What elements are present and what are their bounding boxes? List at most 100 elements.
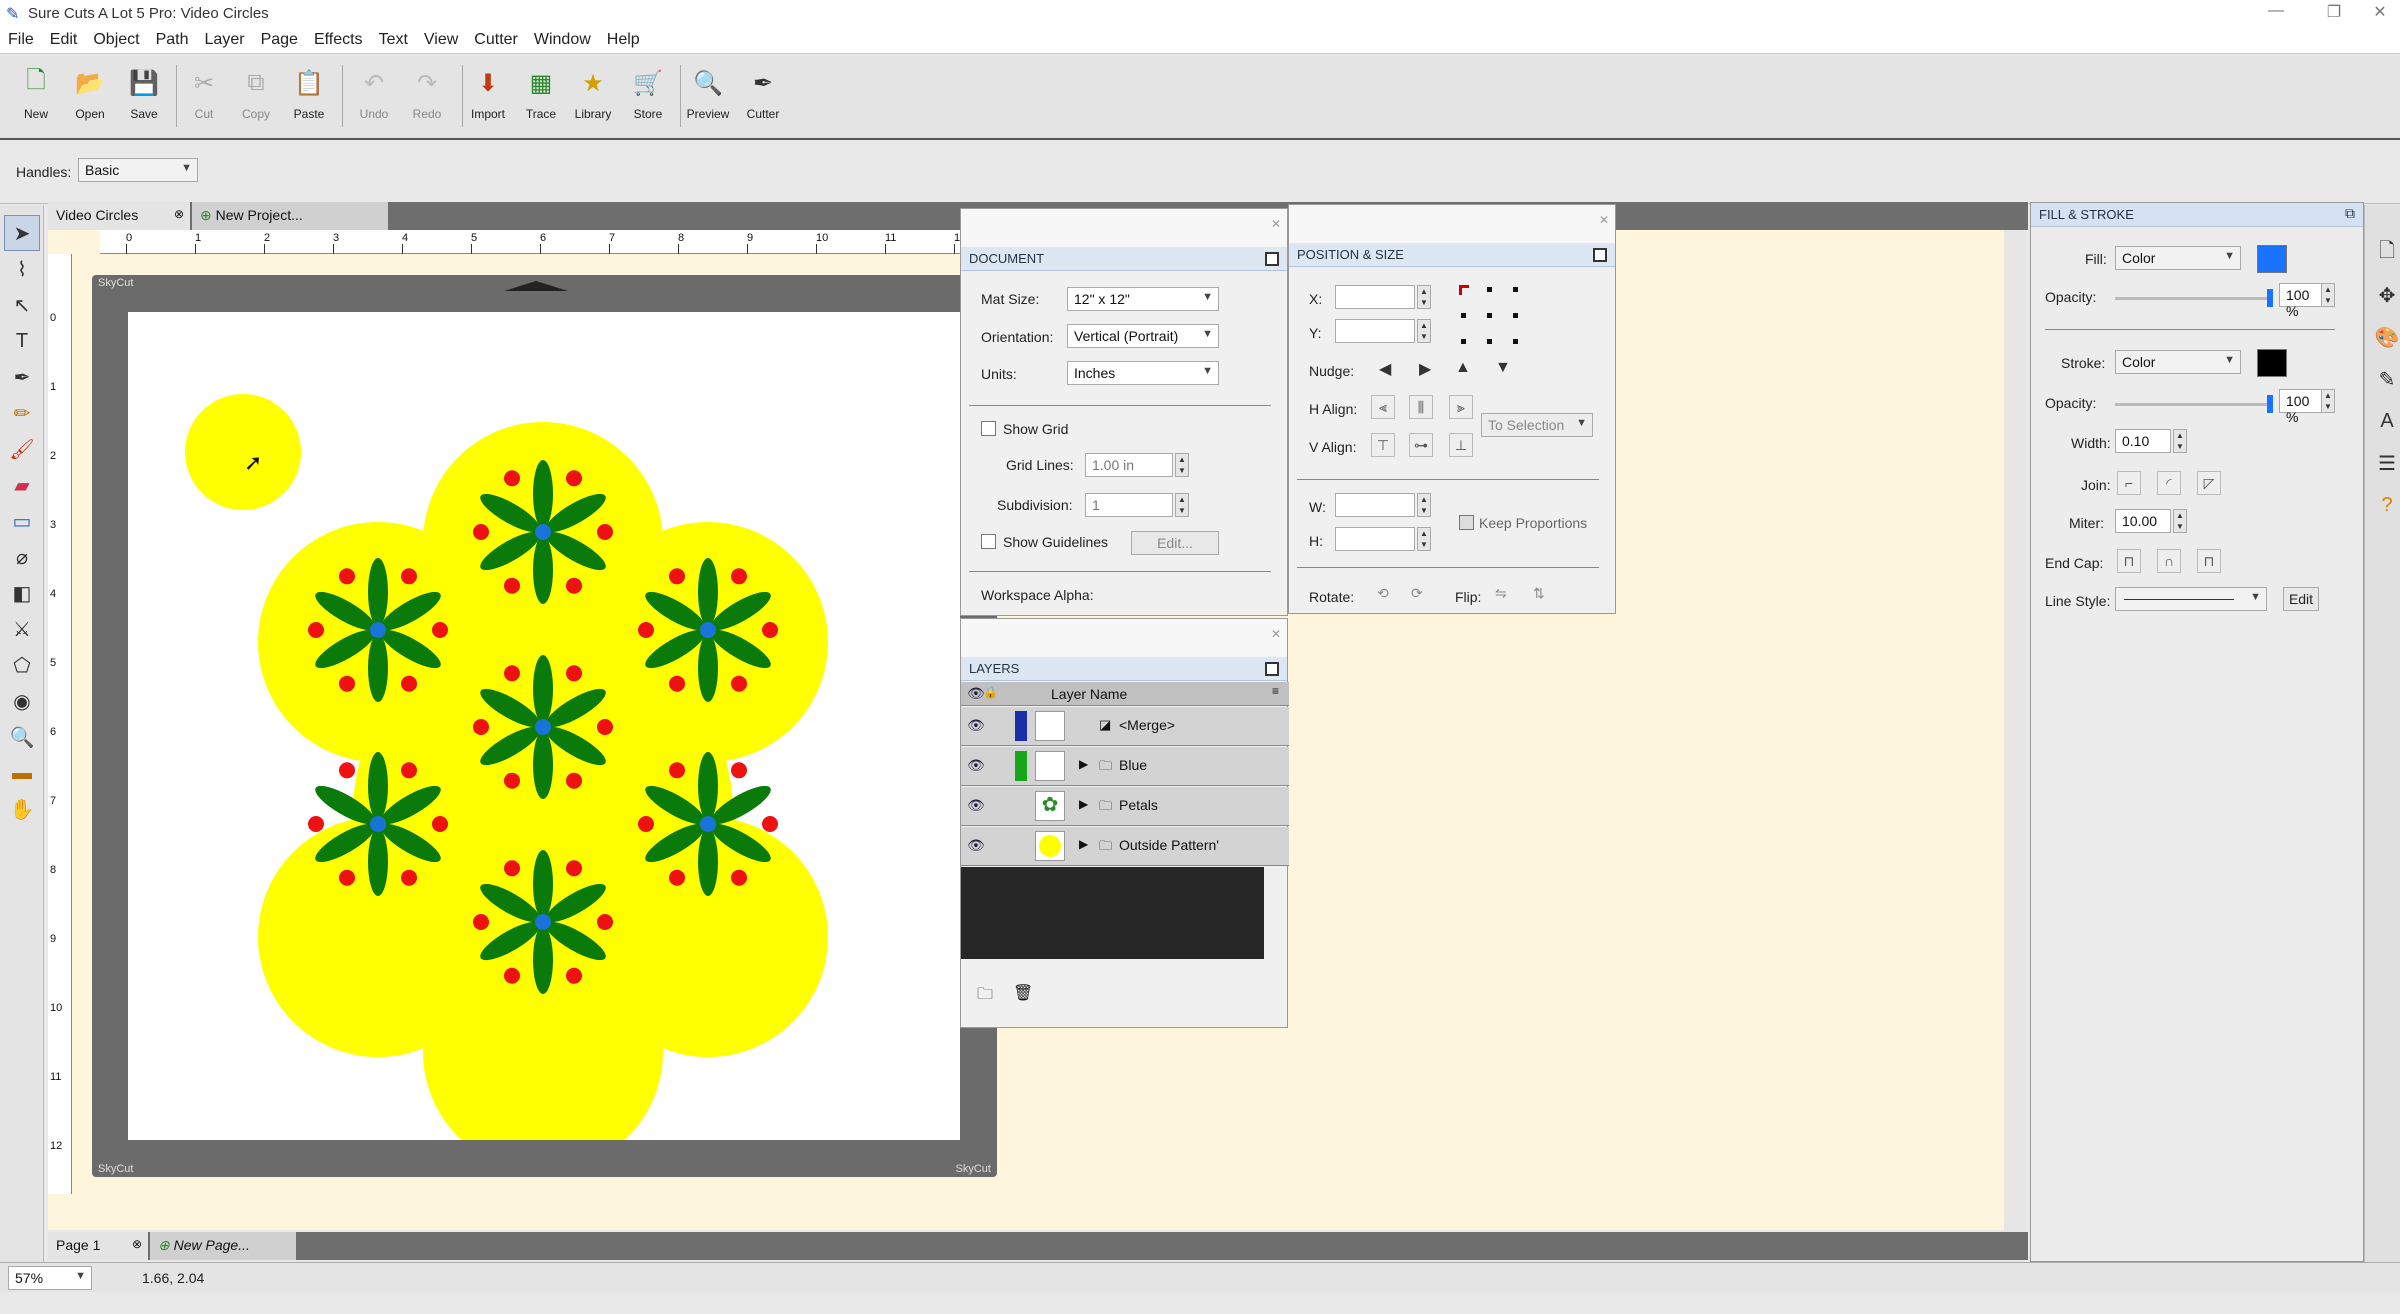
- red-dot[interactable]: [566, 577, 582, 594]
- keep-proportions-checkbox[interactable]: [1459, 515, 1474, 530]
- mat-paper[interactable]: [128, 312, 960, 1172]
- subdivision-stepper[interactable]: ▲ ▼: [1175, 493, 1189, 517]
- tab-video-circles[interactable]: Video Circles ⊗: [48, 202, 190, 230]
- layer-row[interactable]: 👁 ✿ ▶ 🗀 Petals: [961, 787, 1289, 826]
- red-dot[interactable]: [401, 869, 417, 886]
- guidelines-edit-button[interactable]: Edit...: [1131, 531, 1219, 555]
- gradient-tool-icon[interactable]: ◧: [4, 575, 40, 611]
- red-dot[interactable]: [566, 967, 582, 984]
- layers-menu-icon[interactable]: ≡: [1272, 684, 1279, 698]
- knife-tool-icon[interactable]: ⚔: [4, 611, 40, 647]
- fill-opacity-slider[interactable]: [2115, 289, 2273, 307]
- canvas-scrollbar[interactable]: [2004, 230, 2024, 1260]
- layer-color-swatch[interactable]: [1015, 751, 1027, 781]
- menu-help[interactable]: Help: [599, 28, 648, 52]
- red-dot[interactable]: [339, 568, 355, 585]
- miter-input[interactable]: 10.00: [2115, 509, 2171, 533]
- trace-button[interactable]: ▦ Trace: [515, 63, 567, 122]
- stroke-color-swatch[interactable]: [2257, 349, 2287, 377]
- blue-center[interactable]: [370, 816, 386, 832]
- subdivision-input[interactable]: 1: [1085, 493, 1173, 517]
- show-grid-checkbox[interactable]: [981, 421, 996, 436]
- layer-name[interactable]: Petals: [1119, 797, 1158, 813]
- menu-view[interactable]: View: [416, 28, 466, 52]
- menu-effects[interactable]: Effects: [306, 28, 371, 52]
- red-dot[interactable]: [504, 665, 520, 682]
- red-dot[interactable]: [597, 524, 613, 540]
- select-tool-icon[interactable]: ➤: [4, 215, 40, 251]
- green-petal[interactable]: [368, 634, 388, 702]
- align-to-select[interactable]: To Selection ▼: [1481, 413, 1593, 437]
- eye-icon[interactable]: 👁: [967, 837, 985, 854]
- eye-icon[interactable]: 👁: [967, 797, 985, 814]
- red-dot[interactable]: [401, 675, 417, 692]
- red-dot[interactable]: [597, 914, 613, 930]
- rectangle-tool-icon[interactable]: ▭: [4, 503, 40, 539]
- red-dot[interactable]: [504, 577, 520, 594]
- panel-dock-icon[interactable]: [1265, 662, 1279, 676]
- eye-icon[interactable]: 👁: [967, 757, 985, 774]
- show-guidelines-checkbox[interactable]: [981, 534, 996, 549]
- height-stepper[interactable]: ▲ ▼: [1417, 527, 1431, 551]
- red-dot[interactable]: [566, 860, 582, 877]
- y-input[interactable]: [1335, 319, 1415, 343]
- zoom-tool-icon[interactable]: 🔍: [4, 719, 40, 755]
- align-center-icon[interactable]: ⫼: [1409, 395, 1433, 419]
- nudge-left-icon[interactable]: ◀: [1379, 359, 1391, 379]
- design-artwork[interactable]: [128, 312, 960, 1172]
- red-dot[interactable]: [669, 869, 685, 886]
- menu-path[interactable]: Path: [148, 28, 197, 52]
- import-button[interactable]: ⬇ Import: [462, 63, 514, 122]
- red-dot[interactable]: [566, 470, 582, 487]
- layers-panel-icon[interactable]: ☰: [2369, 445, 2400, 481]
- nudge-up-icon[interactable]: ▲: [1455, 359, 1471, 377]
- slider-thumb[interactable]: [2267, 289, 2273, 307]
- text-tool-icon[interactable]: T: [4, 323, 40, 359]
- green-petal[interactable]: [533, 731, 553, 799]
- undo-button[interactable]: ↶ Undo: [348, 63, 400, 122]
- save-button[interactable]: 💾 Save: [118, 63, 170, 122]
- stroke-opacity-stepper[interactable]: ▲ ▼: [2321, 389, 2335, 413]
- expand-arrow-icon[interactable]: ▶: [1079, 797, 1088, 811]
- contour-tool-icon[interactable]: ◉: [4, 683, 40, 719]
- document-panel-icon[interactable]: 🗋: [2369, 235, 2400, 271]
- red-dot[interactable]: [504, 772, 520, 789]
- layer-row[interactable]: 👁 ▶ 🗀 Blue: [961, 747, 1289, 786]
- mat-size-select[interactable]: 12" x 12" ▼: [1067, 287, 1219, 311]
- eraser-tool-icon[interactable]: ▰: [4, 467, 40, 503]
- library-button[interactable]: ★ Library: [567, 63, 619, 122]
- line-style-edit-button[interactable]: Edit: [2283, 587, 2319, 611]
- new-button[interactable]: 🗋 New: [10, 63, 62, 122]
- layer-color-swatch[interactable]: [1015, 711, 1027, 741]
- red-dot[interactable]: [731, 869, 747, 886]
- panel-close-icon[interactable]: ✕: [1271, 627, 1281, 641]
- tab-close-icon[interactable]: ⊗: [132, 1237, 142, 1251]
- zoom-select[interactable]: 57% ▼: [8, 1266, 92, 1290]
- join-bevel-icon[interactable]: ◸: [2197, 471, 2221, 495]
- position-size-panel-icon[interactable]: ✥: [2369, 277, 2400, 313]
- store-button[interactable]: 🛒 Store: [622, 63, 674, 122]
- color-palette-icon[interactable]: 🎨: [2369, 319, 2400, 355]
- panel-close-icon[interactable]: ✕: [1599, 213, 1609, 227]
- units-select[interactable]: Inches ▼: [1067, 361, 1219, 385]
- red-dot[interactable]: [308, 622, 324, 638]
- height-input[interactable]: [1335, 527, 1415, 551]
- red-dot[interactable]: [669, 675, 685, 692]
- red-dot[interactable]: [339, 869, 355, 886]
- panel-close-icon[interactable]: ✕: [1271, 217, 1281, 231]
- tab-close-icon[interactable]: ⊗: [174, 207, 184, 221]
- red-dot[interactable]: [762, 622, 778, 638]
- rotate-cw-icon[interactable]: ⟳: [1411, 585, 1423, 602]
- menu-page[interactable]: Page: [253, 28, 306, 52]
- stroke-width-stepper[interactable]: ▲ ▼: [2173, 429, 2187, 453]
- redo-button[interactable]: ↷ Redo: [401, 63, 453, 122]
- y-stepper[interactable]: ▲ ▼: [1417, 319, 1431, 343]
- menu-cutter[interactable]: Cutter: [466, 28, 526, 52]
- brush-tool-icon[interactable]: 🖌: [4, 431, 40, 467]
- hand-tool-icon[interactable]: ✋: [4, 791, 40, 827]
- red-dot[interactable]: [432, 816, 448, 832]
- panel-dock-icon[interactable]: [1265, 252, 1279, 266]
- close-icon[interactable]: ✕: [2360, 2, 2400, 22]
- fill-type-select[interactable]: Color ▼: [2115, 246, 2241, 270]
- align-right-icon[interactable]: ⫸: [1449, 395, 1473, 419]
